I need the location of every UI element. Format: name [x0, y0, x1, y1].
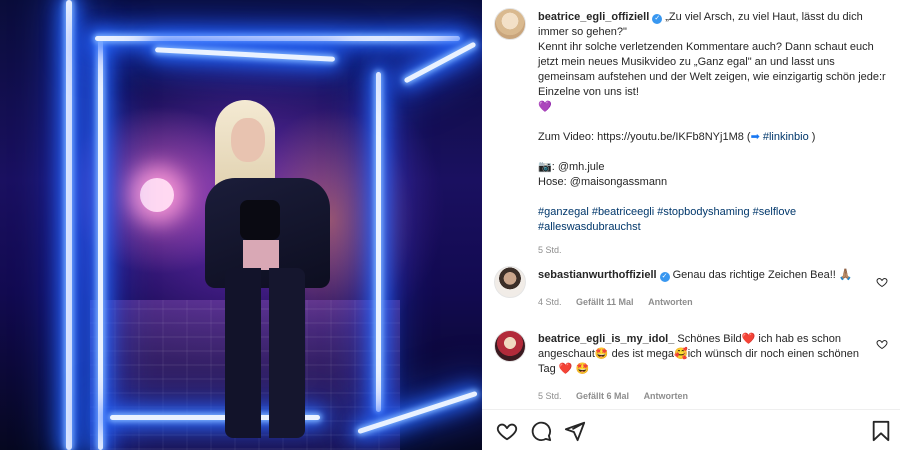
share-icon[interactable]	[564, 420, 586, 442]
camera-icon: 📷	[538, 161, 552, 173]
neon-bar	[95, 36, 460, 41]
comment-time[interactable]: 4 Std.	[538, 297, 562, 307]
star-eyes-icon: 🤩	[594, 348, 609, 360]
star-eyes-icon: 🤩	[575, 363, 590, 375]
comment-meta: 4 Std. Gefällt 11 Mal Antworten	[538, 297, 705, 307]
comment-meta: 5 Std. Gefällt 6 Mal Antworten	[538, 391, 700, 401]
comment-likes[interactable]: Gefällt 11 Mal	[576, 297, 634, 307]
caption-text: beatrice_egli_offiziell ✓ „Zu viel Arsch, …	[538, 10, 894, 258]
verified-badge-icon: ✓	[659, 272, 670, 282]
red-heart-icon: ❤️	[558, 363, 573, 375]
hose-credit: Hose: @maisongassmann	[538, 176, 668, 188]
comment-text: beatrice_egli_is_my_idol_ Schönes Bild❤️…	[538, 333, 859, 375]
avatar[interactable]	[494, 266, 526, 298]
neon-bar	[403, 41, 477, 84]
purple-heart-icon: 💜	[538, 101, 552, 113]
red-heart-icon: ❤️	[741, 333, 756, 345]
reply-button[interactable]: Antworten	[644, 391, 689, 401]
comment-text: sebastianwurthoffiziell ✓ Genau das richti…	[538, 269, 853, 282]
light-spot	[140, 178, 174, 212]
avatar[interactable]	[494, 330, 526, 362]
heart-icon[interactable]	[876, 276, 888, 288]
heart-icon[interactable]	[876, 338, 888, 350]
action-bar	[482, 410, 900, 450]
comment-icon[interactable]	[530, 420, 552, 442]
hashtag-link[interactable]: #linkinbio	[763, 131, 809, 143]
comment-likes[interactable]: Gefällt 6 Mal	[576, 391, 629, 401]
arrow-right-icon: ➡	[750, 131, 760, 143]
neon-bar	[376, 72, 381, 412]
post-username[interactable]: beatrice_egli_offiziell	[538, 11, 649, 23]
photo-credit: 📷: @mh.jule	[538, 161, 605, 173]
bookmark-icon[interactable]	[870, 420, 892, 442]
post-time[interactable]: 5 Std.	[538, 243, 894, 258]
comment-time[interactable]: 5 Std.	[538, 391, 562, 401]
reply-button[interactable]: Antworten	[648, 297, 693, 307]
singer-figure	[195, 100, 345, 440]
post-image[interactable]	[0, 0, 482, 450]
caption-line: Kennt ihr solche verletzenden Kommentare…	[538, 41, 886, 98]
comment-username[interactable]: beatrice_egli_is_my_idol_	[538, 333, 674, 345]
neon-bar	[66, 0, 72, 450]
avatar[interactable]	[494, 8, 526, 40]
post-sidebar: beatrice_egli_offiziell ✓ „Zu viel Arsch, …	[482, 0, 900, 450]
folded-hands-icon: 🙏🏽	[838, 269, 853, 281]
smiling-hearts-icon: 🥰	[674, 348, 688, 360]
video-link-line: Zum Video: https://youtu.be/IKFb8NYj1M8 …	[538, 131, 816, 143]
neon-bar	[154, 47, 336, 62]
hashtags[interactable]: #ganzegal #beatriceegli #stopbodyshaming…	[538, 205, 894, 235]
heart-icon[interactable]	[496, 420, 518, 442]
comment-username[interactable]: sebastianwurthoffiziell	[538, 269, 657, 281]
neon-bar	[98, 40, 103, 450]
verified-badge-icon: ✓	[652, 14, 663, 24]
